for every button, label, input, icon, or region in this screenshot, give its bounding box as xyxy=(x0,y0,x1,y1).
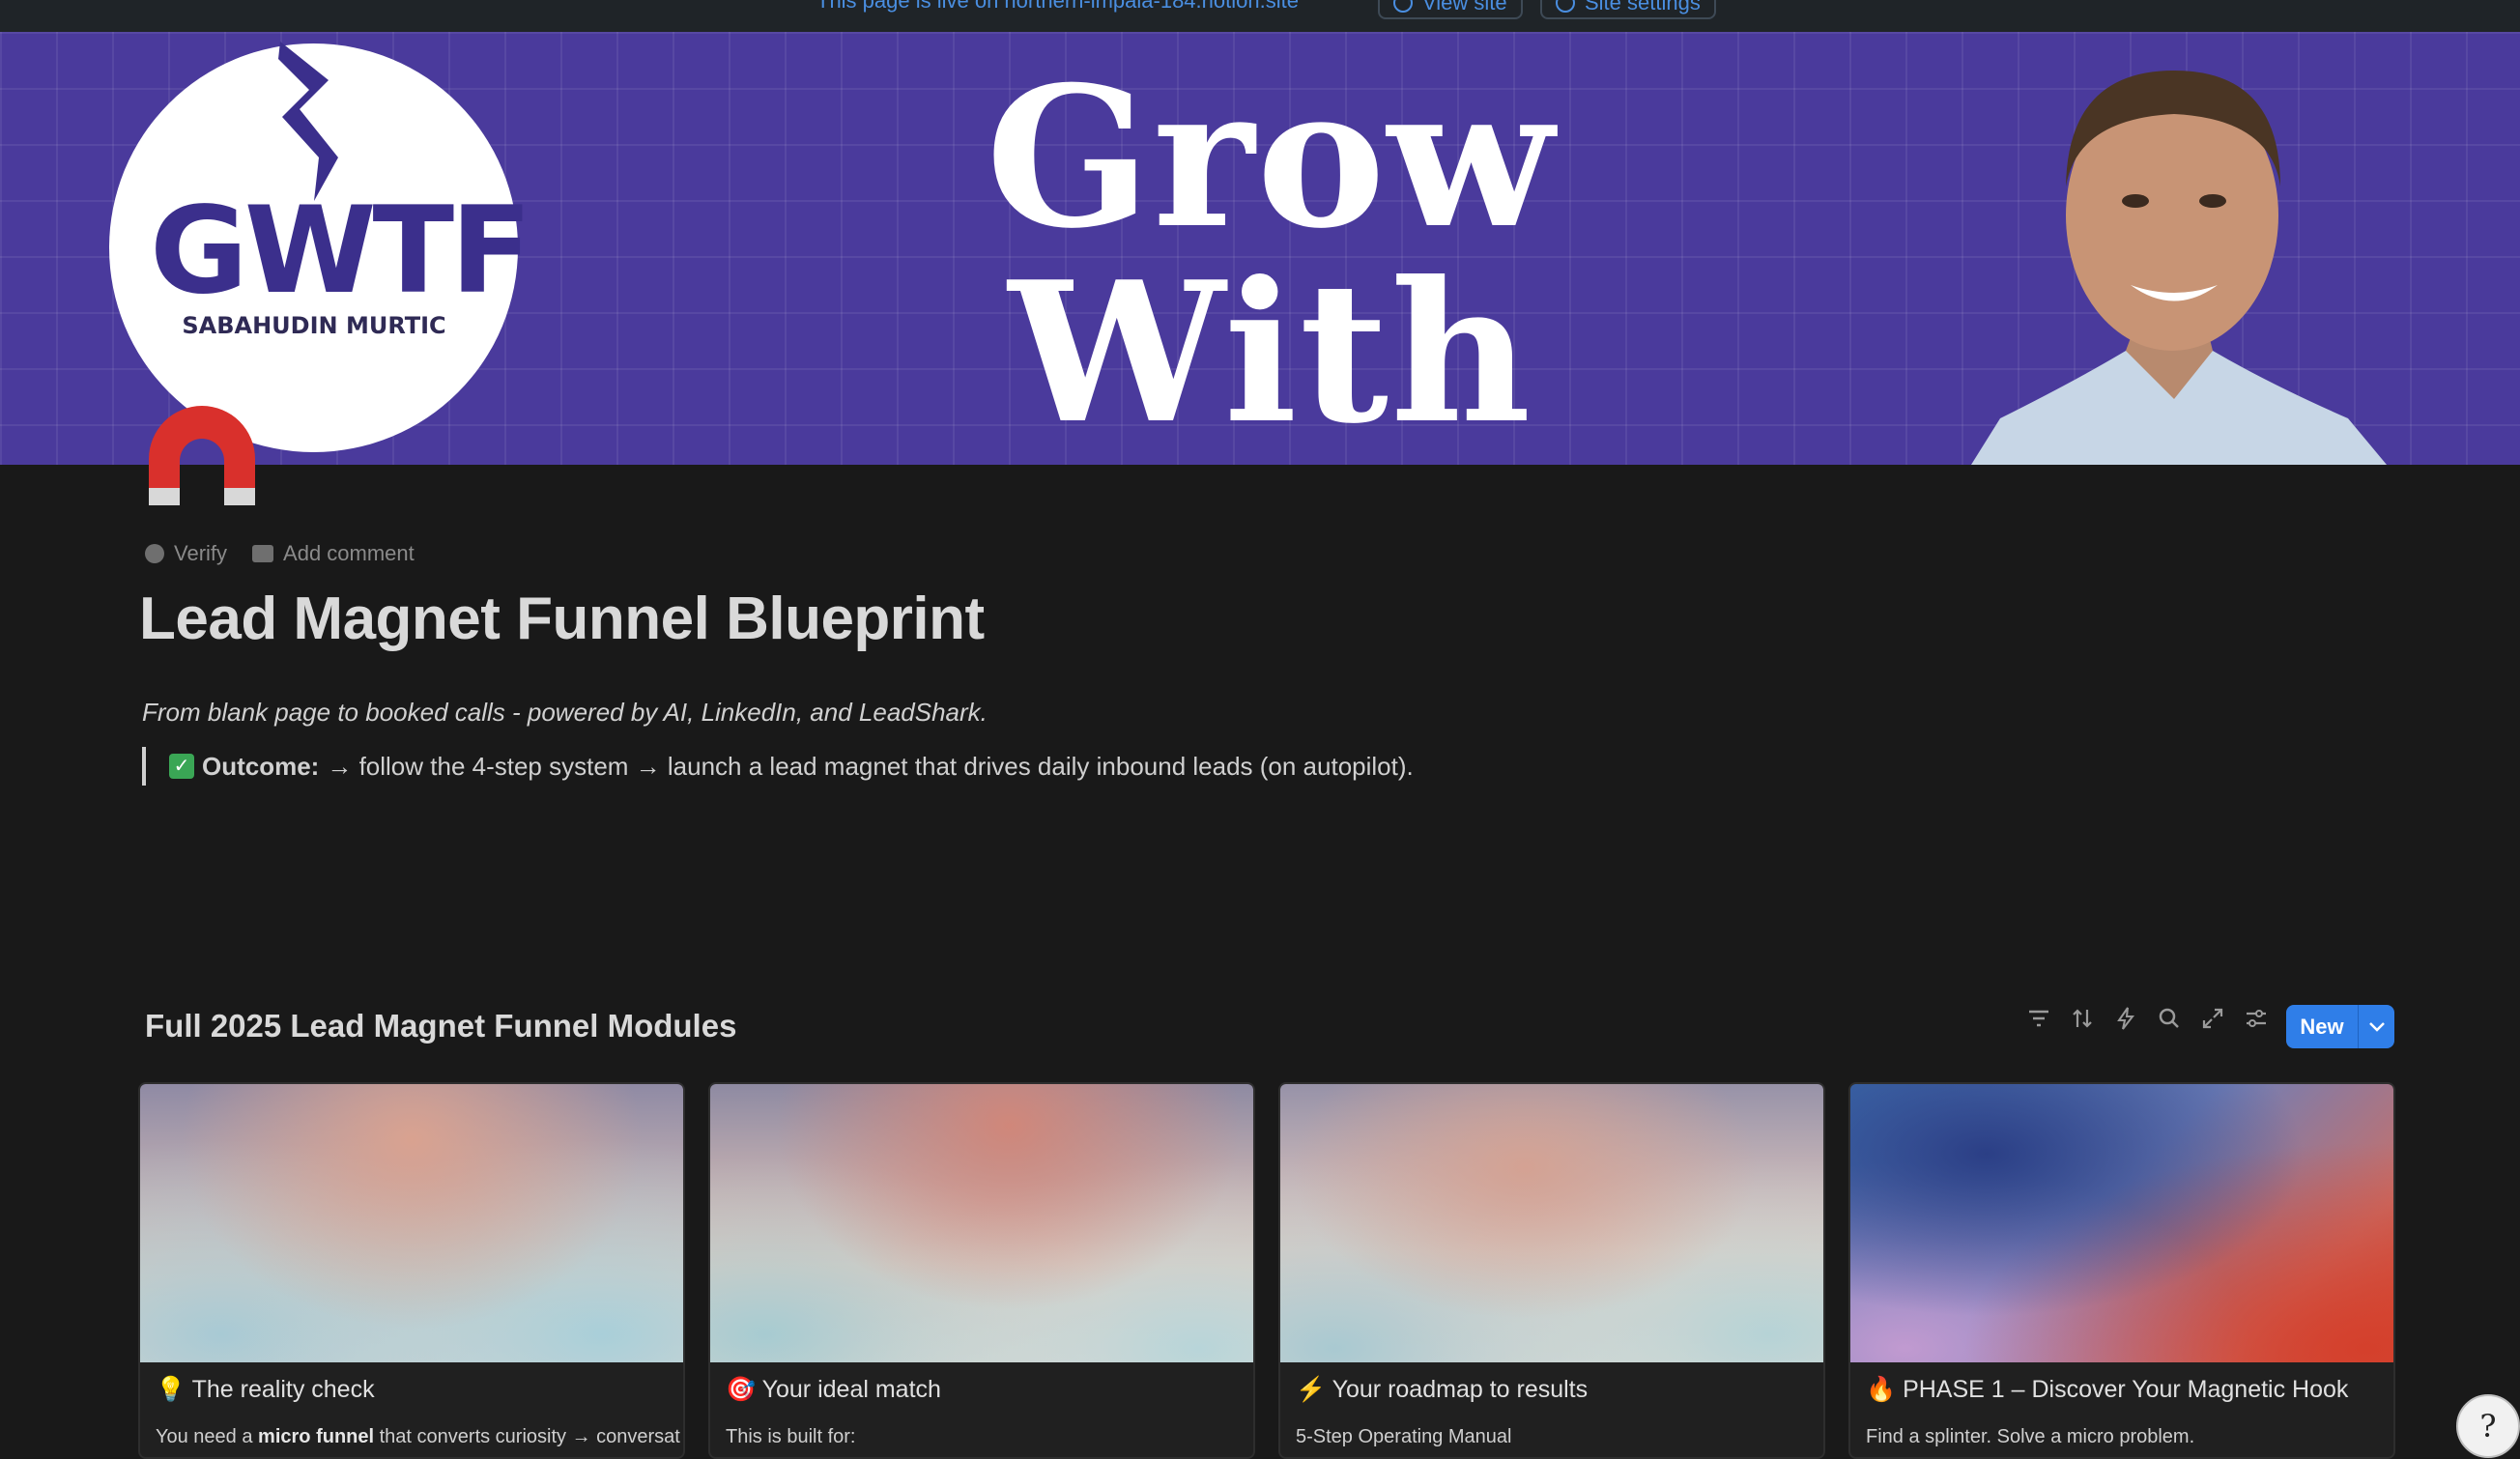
banner-headline-line-2: the Flow xyxy=(696,451,1846,466)
view-site-button[interactable]: View site xyxy=(1378,0,1523,19)
card-title: 💡 The reality check xyxy=(156,1376,375,1403)
gallery-card-roadmap[interactable]: ⚡ Your roadmap to results 5-Step Operati… xyxy=(1278,1082,1825,1459)
card-title: 🔥 PHASE 1 – Discover Your Magnetic Hook xyxy=(1866,1376,2349,1403)
chevron-down-icon[interactable] xyxy=(2359,1021,2394,1032)
outcome-label: Outcome: xyxy=(202,751,320,781)
help-icon: ? xyxy=(2479,1408,2497,1445)
card-cover-image xyxy=(1280,1084,1823,1362)
gear-icon xyxy=(1556,0,1575,13)
filter-icon[interactable] xyxy=(2025,1005,2052,1032)
magnet-icon[interactable] xyxy=(141,399,263,521)
banner-headline: Grow With the Flow xyxy=(696,44,1846,466)
settings-icon[interactable] xyxy=(2243,1005,2270,1032)
gallery-card-phase-1[interactable]: 🔥 PHASE 1 – Discover Your Magnetic Hook … xyxy=(1848,1082,2395,1459)
expand-icon[interactable] xyxy=(2199,1005,2226,1032)
verify-label: Verify xyxy=(174,541,228,565)
portrait-image xyxy=(1971,71,2387,465)
logo-letters: GWTF xyxy=(150,182,532,321)
card-preview: You need a micro funnel that converts cu… xyxy=(156,1426,680,1447)
site-settings-button[interactable]: Site settings xyxy=(1540,0,1716,19)
verify-button[interactable]: Verify xyxy=(145,541,227,566)
site-live-bar: This page is live on northern-impala-184… xyxy=(0,0,2520,32)
outcome-text: → follow the 4-step system → launch a le… xyxy=(327,751,1414,781)
add-comment-label: Add comment xyxy=(283,541,415,565)
page-subtitle[interactable]: From blank page to booked calls - powere… xyxy=(142,698,988,728)
card-cover-image xyxy=(710,1084,1253,1362)
outcome-quote[interactable]: ✓ Outcome: → follow the 4-step system → … xyxy=(142,747,1414,786)
automation-icon[interactable] xyxy=(2112,1005,2139,1032)
sort-icon[interactable] xyxy=(2069,1005,2096,1032)
help-button[interactable]: ? xyxy=(2456,1394,2520,1458)
view-site-label: View site xyxy=(1422,0,1507,14)
card-preview: 5-Step Operating Manual xyxy=(1296,1426,1512,1447)
page-title[interactable]: Lead Magnet Funnel Blueprint xyxy=(139,585,985,653)
check-mark-icon: ✓ xyxy=(169,754,194,779)
card-title: ⚡ Your roadmap to results xyxy=(1296,1376,1589,1403)
database-toolbar xyxy=(2025,1005,2270,1032)
globe-icon xyxy=(1393,0,1413,13)
new-entry-button[interactable]: New xyxy=(2286,1005,2394,1048)
card-title: 🎯 Your ideal match xyxy=(726,1376,941,1403)
logo-name: SABAHUDIN MURTIC xyxy=(182,312,446,339)
card-cover-image xyxy=(140,1084,683,1362)
page-actions: Verify Add comment xyxy=(145,541,415,566)
gallery-card-ideal-match[interactable]: 🎯 Your ideal match This is built for: xyxy=(708,1082,1255,1459)
card-preview: Find a splinter. Solve a micro problem. xyxy=(1866,1426,2195,1447)
gallery-card-reality-check[interactable]: 💡 The reality check You need a micro fun… xyxy=(138,1082,685,1459)
comment-icon xyxy=(252,545,274,562)
add-comment-button[interactable]: Add comment xyxy=(252,541,415,566)
page-cover[interactable]: GWTF SABAHUDIN MURTIC Grow With the Flow xyxy=(0,32,2520,465)
search-icon[interactable] xyxy=(2156,1005,2183,1032)
database-title[interactable]: Full 2025 Lead Magnet Funnel Modules xyxy=(145,1008,736,1044)
verified-badge-icon xyxy=(145,544,164,563)
new-label: New xyxy=(2300,1014,2344,1039)
card-preview: This is built for: xyxy=(726,1426,856,1447)
site-settings-label: Site settings xyxy=(1585,0,1701,14)
card-cover-image xyxy=(1850,1084,2393,1362)
banner-headline-line-1: Grow With xyxy=(986,44,1556,465)
site-live-text[interactable]: This page is live on northern-impala-184… xyxy=(816,0,1299,14)
